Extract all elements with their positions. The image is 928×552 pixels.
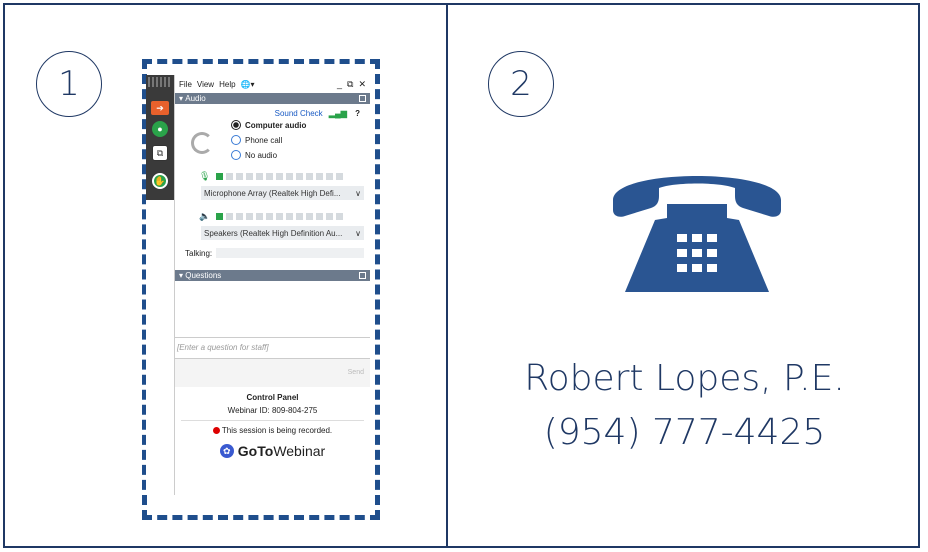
gotowebinar-logo: ✿ GoToWebinar — [175, 443, 370, 459]
talking-row: Talking: — [185, 248, 364, 258]
meter-cell — [326, 212, 333, 220]
popout-icon[interactable] — [359, 95, 366, 102]
speaker-icon: 🔈 — [199, 210, 211, 221]
talking-label: Talking: — [185, 248, 213, 258]
meter-cell — [256, 172, 263, 180]
telephone-icon — [613, 176, 781, 292]
question-input[interactable]: [Enter a question for staff] — [175, 337, 370, 359]
meter-cell — [306, 212, 313, 220]
recording-dot-icon — [212, 427, 220, 434]
step-number-2: 2 — [488, 51, 554, 117]
meter-cell — [226, 212, 233, 220]
contact-info: Robert Lopes, P.E. (954) 777-4425 — [449, 352, 920, 460]
radio-label: Phone call — [245, 135, 283, 145]
radio-unselected-icon — [231, 150, 241, 160]
meter-cell — [326, 172, 333, 180]
meter-cell — [286, 172, 293, 180]
control-panel-title: Control Panel — [246, 393, 299, 402]
meter-cell — [296, 212, 303, 220]
questions-section-title: Questions — [185, 271, 222, 280]
microphone-small-icon: 🎙 — [199, 170, 211, 181]
menu-file[interactable]: File — [179, 80, 192, 89]
meter-cell — [216, 212, 223, 220]
questions-section-header[interactable]: ▾ Questions — [175, 270, 370, 281]
sound-check-link[interactable]: Sound Check — [275, 109, 323, 118]
radio-phone-call[interactable]: Phone call — [231, 135, 282, 145]
logo-webinar-text: Webinar — [273, 443, 326, 459]
menu-help[interactable]: Help — [219, 80, 235, 89]
microphone-select[interactable]: Microphone Array (Realtek High Defi... ∨ — [201, 186, 364, 200]
audio-options: Computer audio Phone call No audio — [175, 118, 370, 170]
collapse-arrow-icon[interactable]: ➔ — [151, 101, 169, 115]
grab-tab-bar[interactable]: ➔ ● ⧉ ✋ — [146, 75, 174, 200]
chevron-down-icon: ∨ — [355, 188, 361, 198]
chevron-down-icon: ∨ — [355, 228, 361, 238]
contact-name: Robert Lopes, P.E. — [524, 358, 845, 399]
minimize-icon[interactable]: _ — [337, 79, 342, 90]
radio-label: Computer audio — [245, 120, 307, 130]
sound-check-row: Sound Check ▂▄▆ ? — [175, 104, 370, 118]
meter-cell — [316, 172, 323, 180]
step-number-1: 1 — [36, 51, 102, 117]
menu-bar: File View Help 🌐▾ _ ⧉ ✕ — [175, 75, 370, 93]
menu-view[interactable]: View — [197, 80, 214, 89]
audio-section-header[interactable]: ▾ Audio — [175, 93, 370, 104]
meter-cell — [256, 212, 263, 220]
meter-cell — [336, 172, 343, 180]
speaker-select[interactable]: Speakers (Realtek High Definition Au... … — [201, 226, 364, 240]
grab-handle-icon[interactable] — [148, 77, 172, 87]
restore-icon[interactable]: ⧉ — [347, 79, 353, 90]
signal-bars-icon: ▂▄▆ — [328, 109, 347, 118]
audio-section-title: Audio — [185, 94, 206, 103]
meter-cell — [316, 212, 323, 220]
raise-hand-icon[interactable]: ✋ — [152, 173, 168, 189]
close-icon[interactable]: ✕ — [358, 79, 366, 90]
radio-label: No audio — [245, 150, 278, 160]
recording-notice: This session is being recorded. — [175, 426, 370, 435]
gotowebinar-control-panel: ➔ ● ⧉ ✋ File View Help 🌐▾ _ ⧉ ✕ ▾ Audio … — [146, 75, 370, 495]
meter-cell — [286, 212, 293, 220]
meter-cell — [236, 172, 243, 180]
help-icon[interactable]: ? — [355, 109, 360, 118]
control-panel-window: File View Help 🌐▾ _ ⧉ ✕ ▾ Audio Sound Ch… — [174, 75, 370, 495]
control-panel-footer: Control Panel Webinar ID: 809-804-275 Th… — [175, 387, 370, 459]
meter-cell — [296, 172, 303, 180]
goto-flower-icon: ✿ — [219, 444, 234, 458]
logo-goto-text: GoTo — [237, 443, 274, 459]
webinar-id: Webinar ID: 809-804-275 — [227, 406, 318, 415]
speaker-select-value: Speakers (Realtek High Definition Au... — [204, 228, 343, 238]
contact-phone: (954) 777-4425 — [543, 412, 826, 453]
send-area: Send — [175, 359, 370, 387]
talking-indicator — [216, 248, 364, 258]
send-button[interactable]: Send — [348, 369, 364, 376]
microphone-icon[interactable]: ● — [152, 121, 168, 137]
footer-divider — [181, 420, 364, 421]
meter-cell — [246, 172, 253, 180]
microphone-select-value: Microphone Array (Realtek High Defi... — [204, 188, 341, 198]
screen-share-icon[interactable]: ⧉ — [152, 145, 168, 161]
meter-cell — [266, 172, 273, 180]
meter-cell — [276, 212, 283, 220]
globe-icon[interactable]: 🌐▾ — [241, 80, 255, 89]
meter-cell — [336, 212, 343, 220]
mic-level-meter: 🎙 — [199, 170, 370, 182]
popout-icon[interactable] — [359, 272, 366, 279]
meter-cell — [306, 172, 313, 180]
window-controls: _ ⧉ ✕ — [337, 79, 370, 90]
radio-computer-audio[interactable]: Computer audio — [231, 120, 306, 130]
headset-icon — [191, 132, 213, 154]
panel-divider — [446, 3, 448, 548]
meter-cell — [226, 172, 233, 180]
radio-selected-icon — [231, 120, 241, 130]
questions-log — [175, 281, 370, 337]
meter-cell — [266, 212, 273, 220]
meter-cell — [216, 172, 223, 180]
meter-cell — [236, 212, 243, 220]
radio-no-audio[interactable]: No audio — [231, 150, 277, 160]
radio-unselected-icon — [231, 135, 241, 145]
meter-cell — [246, 212, 253, 220]
speaker-level-meter: 🔈 — [199, 210, 370, 222]
meter-cell — [276, 172, 283, 180]
recording-notice-text: This session is being recorded. — [221, 426, 333, 435]
